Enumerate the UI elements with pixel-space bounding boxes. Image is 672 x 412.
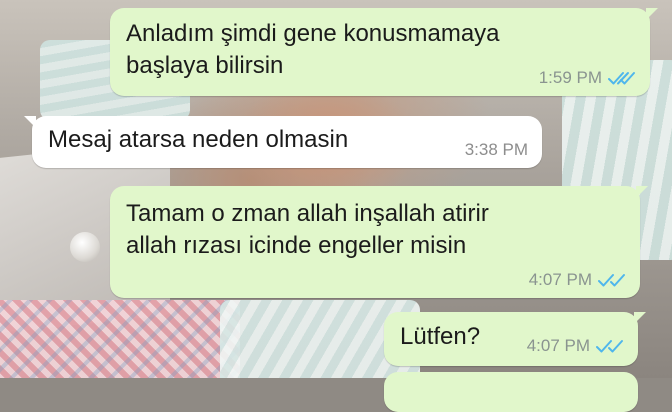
message-bubble-outgoing[interactable]: Tamam o zman allah inşallah atirir allah… xyxy=(110,186,648,298)
message-meta: 1:59 PM xyxy=(539,68,636,88)
message-bubble-incoming[interactable]: Mesaj atarsa neden olmasin 3:38 PM xyxy=(24,116,542,168)
double-check-icon xyxy=(598,274,625,287)
message-time: 4:07 PM xyxy=(528,270,592,289)
double-check-icon xyxy=(596,340,623,353)
wallpaper-drawer-knob xyxy=(70,232,100,262)
message-meta: 3:38 PM xyxy=(465,140,528,160)
message-time: 4:07 PM xyxy=(526,336,590,355)
message-time: 1:59 PM xyxy=(538,68,602,87)
message-bubble-outgoing[interactable]: Lütfen? 4:07 PM xyxy=(384,312,646,366)
message-meta: 4:07 PM xyxy=(529,270,626,290)
message-text: Tamam o zman allah inşallah atirir allah… xyxy=(126,200,489,259)
message-meta: 4:07 PM xyxy=(527,336,624,356)
message-bubble-outgoing-partial[interactable] xyxy=(384,372,638,412)
message-time: 3:38 PM xyxy=(464,140,528,159)
message-text: Mesaj atarsa neden olmasin xyxy=(48,126,349,153)
double-check-icon xyxy=(608,72,635,85)
message-bubble-outgoing[interactable]: Anladım şimdi gene konusmamaya başlaya b… xyxy=(110,8,658,96)
wallpaper-blanket xyxy=(0,300,240,378)
